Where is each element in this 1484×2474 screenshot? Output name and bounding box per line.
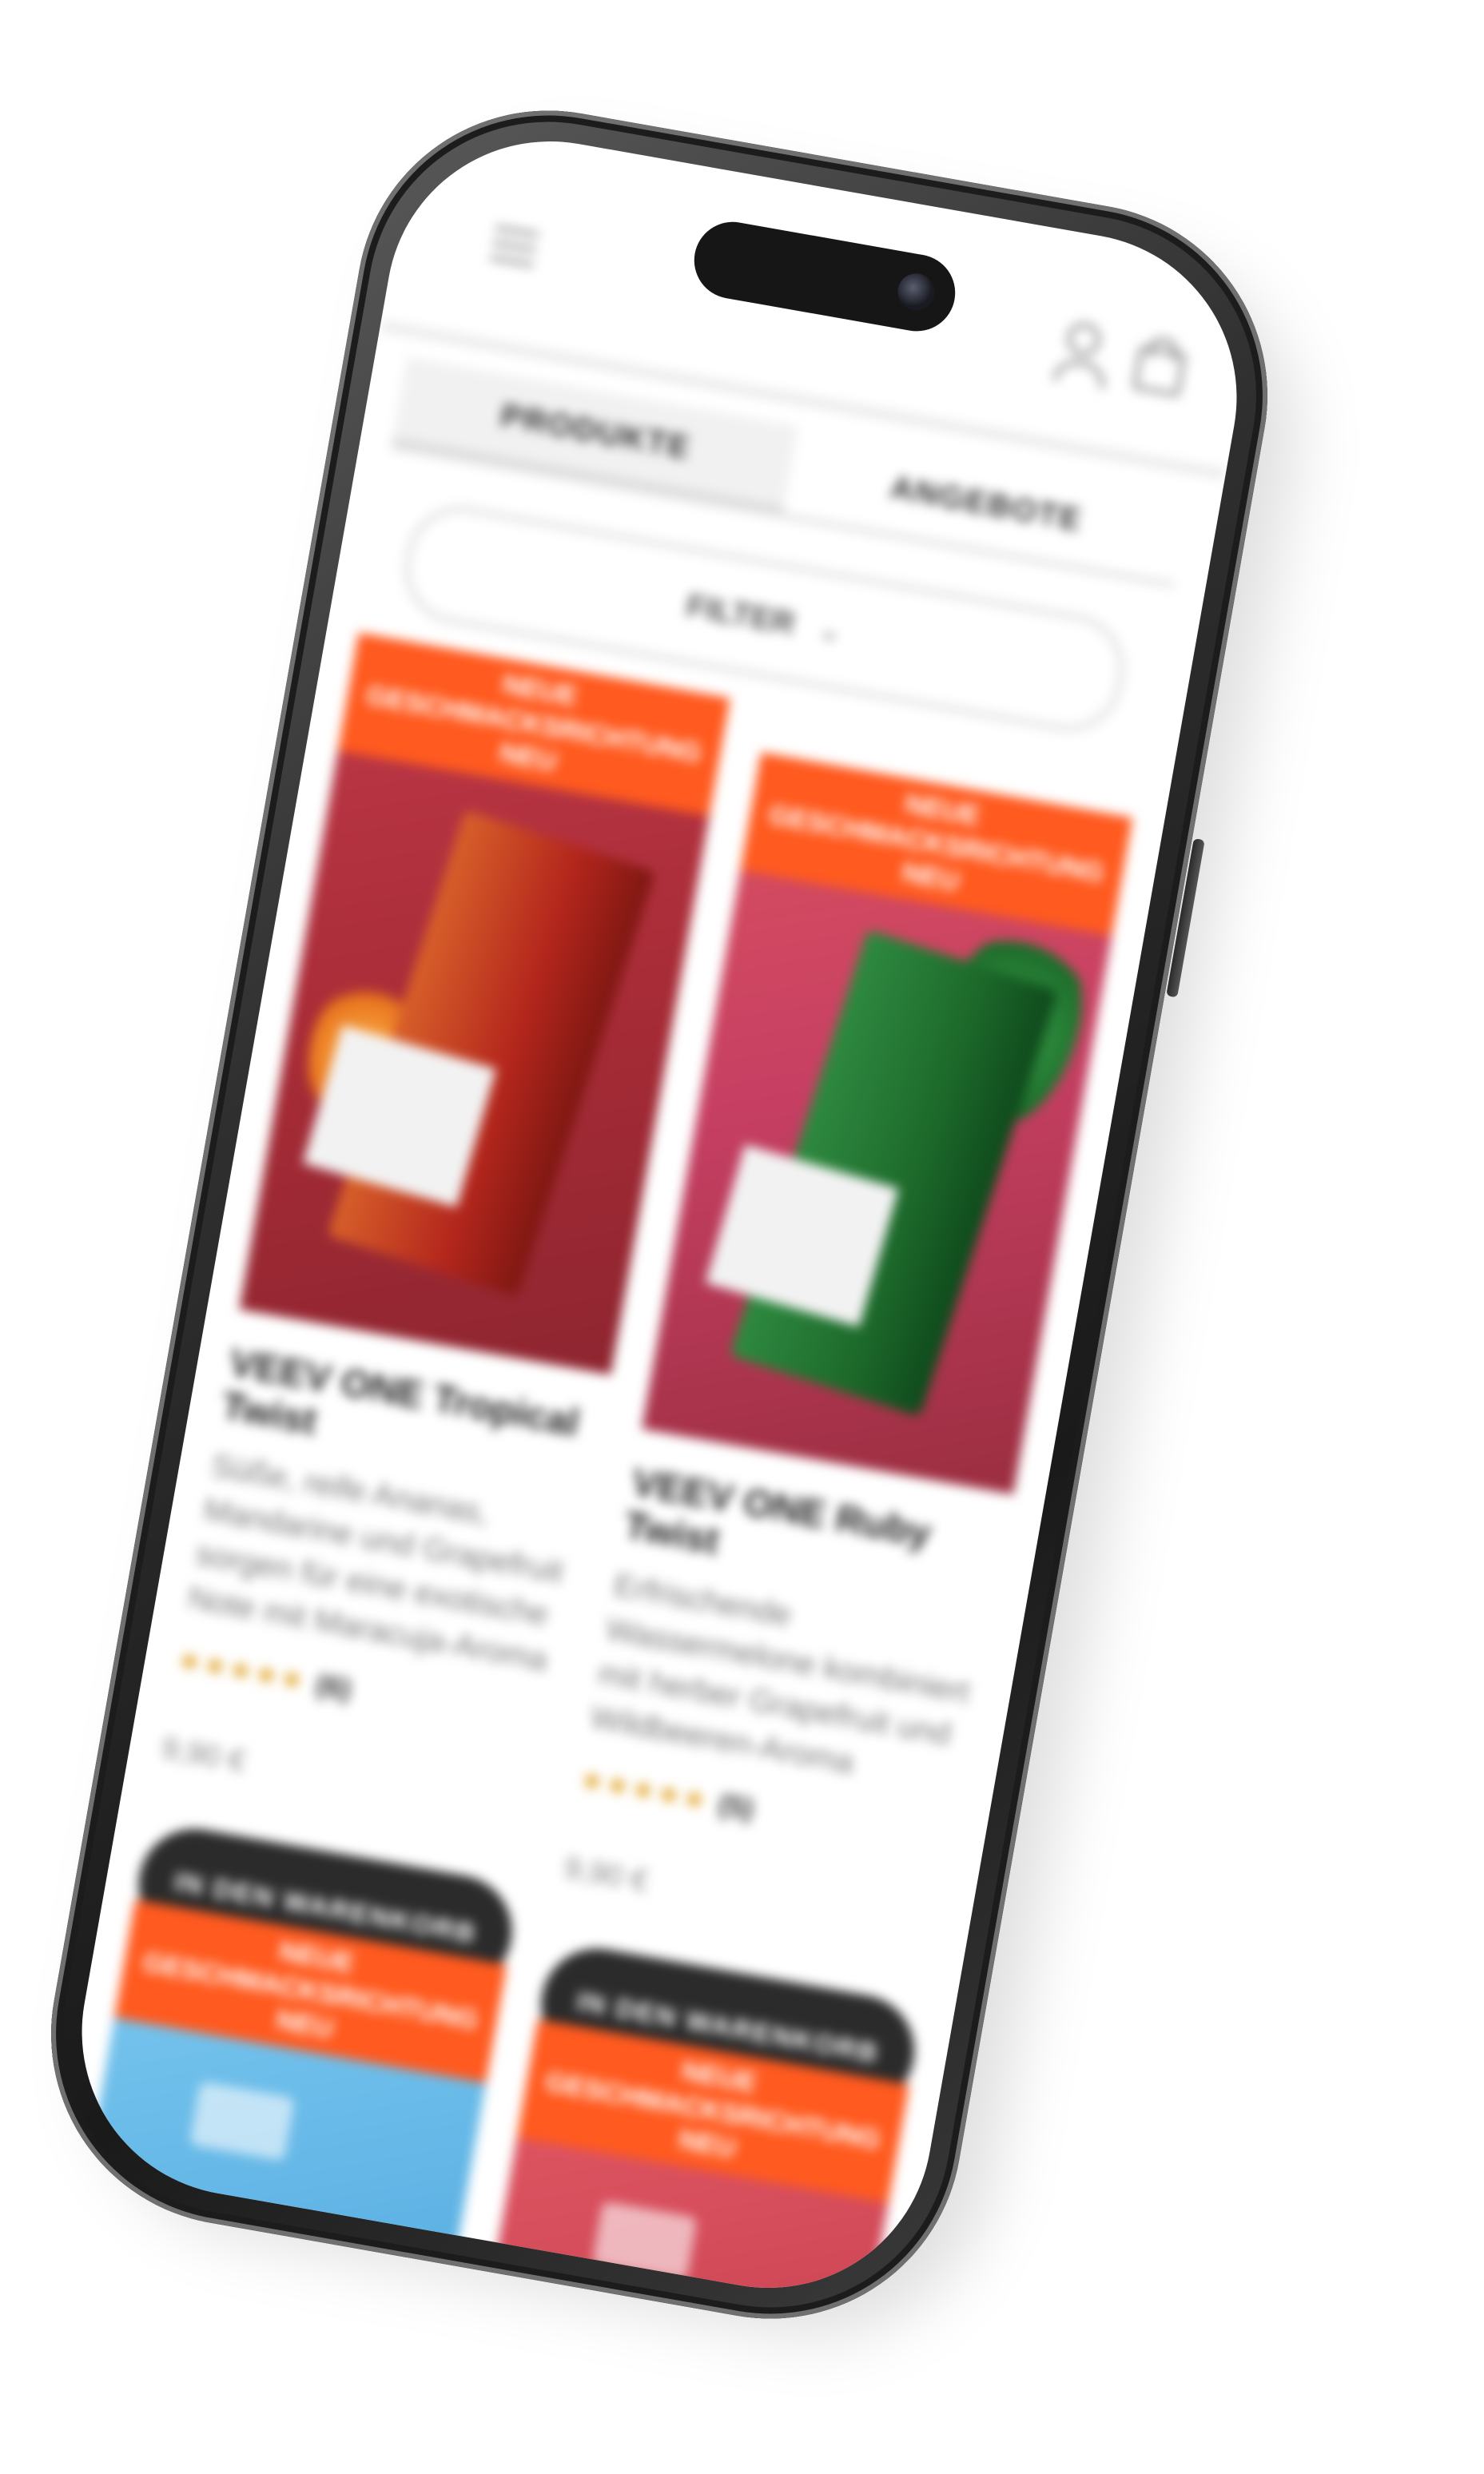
product-pack (591, 2201, 698, 2281)
phone-screen: PRODUKTE ANGEBOTE FILTER ⌄ NEUE GESCHMAC… (56, 115, 1263, 2314)
front-camera-icon (894, 270, 938, 313)
product-grid: NEUE GESCHMACKSRICHTUNG NEU VEEV ONE Tro… (121, 632, 1141, 2116)
rating-count: (5) (716, 1787, 757, 1826)
star-rating-icon: ★★★★★ (577, 1764, 711, 1817)
product-price: 9,90 € (159, 1731, 249, 1780)
product-image[interactable]: NEUE GESCHMACKSRICHTUNG NEU (56, 1899, 507, 2314)
new-flavor-badge: NEUE GESCHMACKSRICHTUNG NEU (516, 2019, 909, 2203)
new-flavor-badge: NEUE GESCHMACKSRICHTUNG NEU (740, 752, 1133, 937)
product-pack (189, 2081, 296, 2162)
hamburger-icon[interactable] (489, 225, 540, 268)
product-pack (303, 809, 656, 1298)
chevron-down-icon: ⌄ (815, 611, 845, 649)
phone-device: PRODUKTE ANGEBOTE FILTER ⌄ NEUE GESCHMAC… (21, 80, 1298, 2349)
filter-label: FILTER (683, 587, 798, 642)
product-price: 9,90 € (561, 1851, 651, 1899)
cart-icon[interactable] (1132, 334, 1188, 398)
product-pack (705, 929, 1058, 1418)
star-rating-icon: ★★★★★ (174, 1645, 308, 1697)
product-image[interactable]: NEUE GESCHMACKSRICHTUNG NEU (454, 2019, 909, 2314)
product-image[interactable]: NEUE GESCHMACKSRICHTUNG NEU (642, 752, 1133, 1495)
shop-app: PRODUKTE ANGEBOTE FILTER ⌄ NEUE GESCHMAC… (56, 115, 1263, 2314)
product-image[interactable]: NEUE GESCHMACKSRICHTUNG NEU (239, 632, 730, 1375)
rating-count: (6) (313, 1667, 354, 1706)
user-icon[interactable] (1052, 319, 1110, 390)
